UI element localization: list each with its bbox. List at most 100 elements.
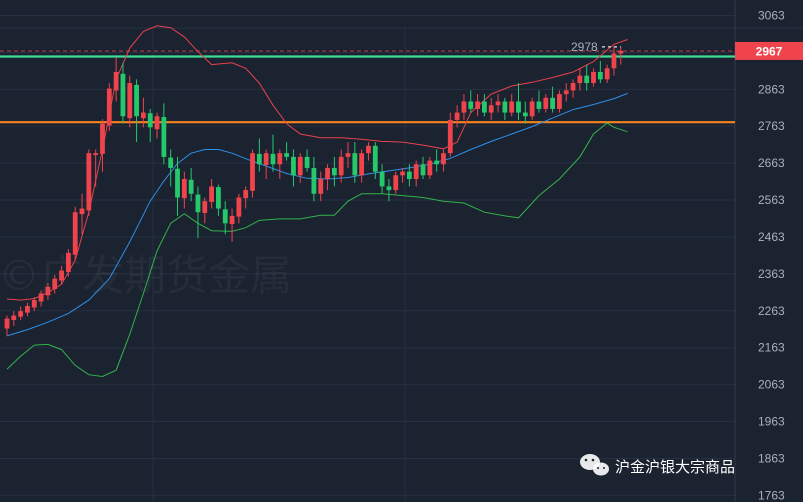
candle-body (284, 153, 290, 157)
candle-body (100, 123, 105, 154)
y-tick-label: 2463 (758, 230, 785, 244)
y-tick-label: 2063 (758, 378, 785, 392)
candle-body (270, 153, 276, 165)
candle-body (331, 167, 337, 176)
candle-body (106, 88, 112, 126)
candle-body (277, 153, 283, 165)
candle-body (557, 94, 562, 109)
candle-body (475, 101, 480, 109)
candle-body (502, 101, 508, 113)
candlestick-chart[interactable]: ©广发期货金属 2978 306329632863276326632563246… (0, 0, 803, 502)
candle-body (311, 167, 317, 194)
candle-body (325, 167, 330, 180)
candle-body (202, 201, 208, 213)
candle-body (25, 305, 30, 313)
candle-body (591, 71, 596, 84)
candle-body (604, 68, 610, 80)
candle-body (427, 160, 433, 176)
candle-body (338, 156, 344, 176)
candle-body (86, 153, 92, 211)
candle-body (161, 117, 167, 157)
candle-body (195, 194, 201, 213)
candle-body (434, 160, 440, 165)
candle-body (379, 171, 385, 187)
candle-body (181, 179, 187, 199)
candle-body (352, 153, 358, 176)
candle-body (141, 112, 146, 119)
current-price-badge: 2967 (735, 41, 803, 60)
candle-body (45, 286, 51, 296)
candle-body (522, 112, 528, 117)
candle-body (454, 112, 460, 120)
candle-body (209, 186, 214, 202)
candle-body (79, 208, 85, 215)
candle-body (570, 83, 576, 91)
candle-body (386, 186, 392, 191)
candle-body (550, 97, 555, 109)
candle-body (420, 164, 426, 176)
candle-body (175, 168, 180, 198)
candle-body (366, 145, 371, 154)
candle-body (229, 215, 235, 225)
candle-body (236, 197, 242, 217)
candle-body (495, 101, 501, 106)
candle-body (134, 84, 139, 117)
candle-body (468, 101, 474, 109)
candle-body (543, 97, 549, 109)
background-watermark: ©广发期货金属 (0, 251, 292, 300)
candle-body (65, 252, 71, 273)
peak-price-label: 2978 (571, 40, 598, 54)
candle-body (250, 153, 255, 191)
y-tick-label: 2163 (758, 341, 785, 355)
candle-body (113, 71, 119, 91)
candle-body (536, 101, 542, 109)
candle-body (400, 171, 405, 176)
candle-body (584, 75, 590, 84)
candle-body (291, 156, 296, 176)
candle-body (509, 101, 515, 113)
candle-body (4, 318, 10, 329)
candle-body (597, 71, 603, 80)
candle-body (222, 209, 228, 224)
candle-body (147, 113, 153, 128)
candle-body (263, 153, 269, 165)
candle-body (256, 153, 262, 165)
candle-body (529, 101, 535, 117)
candle-body (611, 53, 617, 69)
candle (106, 83, 112, 132)
candle-body (188, 179, 194, 194)
candle (86, 149, 92, 216)
y-tick-label: 1863 (758, 451, 785, 465)
candle-body (120, 73, 126, 117)
candle-body (59, 270, 64, 281)
candle-body (447, 119, 453, 154)
candle-body (216, 187, 221, 209)
candle-body (11, 315, 17, 321)
candle-body (359, 153, 365, 176)
candle-body (127, 83, 133, 119)
candle-body (297, 156, 303, 176)
y-tick-label: 2363 (758, 267, 785, 281)
candle-body (304, 156, 310, 168)
candle-body (38, 293, 44, 302)
y-tick-label: 2663 (758, 156, 785, 170)
candle-body (154, 116, 160, 130)
y-tick-label: 2863 (758, 82, 785, 96)
candle-body (461, 101, 467, 113)
candle-body (93, 153, 99, 156)
y-tick-label: 2563 (758, 193, 785, 207)
candle-body (18, 311, 24, 317)
candle-body (516, 101, 521, 113)
current-price-value: 2967 (756, 44, 783, 58)
y-tick-label: 3063 (758, 9, 785, 23)
candle-body (406, 171, 412, 180)
candle-body (52, 278, 58, 290)
candle-body (563, 90, 569, 95)
candle-body (318, 179, 324, 194)
y-tick-label: 1763 (758, 488, 785, 502)
candle-body (488, 105, 494, 113)
candle-body (413, 164, 419, 180)
y-tick-label: 2763 (758, 119, 785, 133)
candle (72, 206, 78, 261)
candle-body (372, 145, 378, 172)
